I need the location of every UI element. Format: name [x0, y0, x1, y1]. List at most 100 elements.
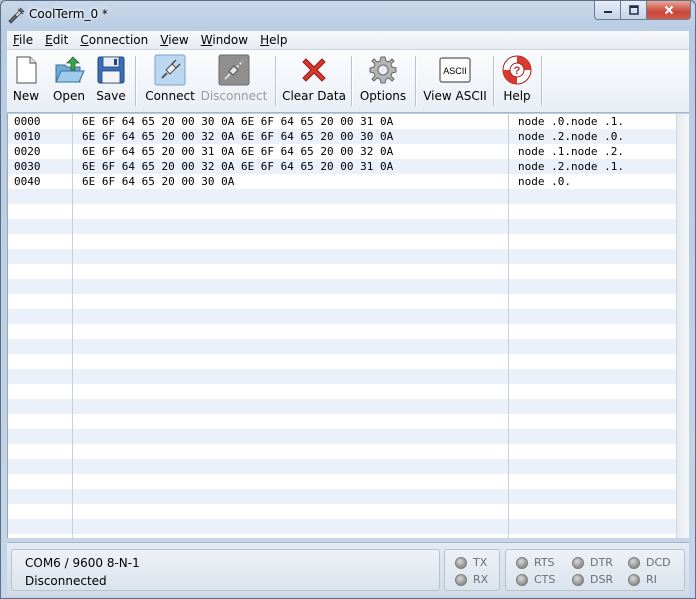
menu-help[interactable]: Help — [254, 31, 293, 49]
toolbar-separator — [135, 56, 136, 106]
save-floppy-icon — [97, 56, 125, 84]
status-bar: COM6 / 9600 8-N-1 Disconnected TX RX RTS… — [7, 542, 689, 596]
row-hex-bytes: 6E 6F 64 65 20 00 31 0A 6E 6F 64 65 20 0… — [82, 145, 394, 158]
table-row — [8, 234, 676, 249]
menu-view[interactable]: View — [154, 31, 194, 49]
menu-connection-label: Connection — [80, 33, 149, 47]
table-row: 0030 6E 6F 64 65 20 00 32 0A 6E 6F 64 65 … — [8, 159, 676, 174]
menu-connection[interactable]: Connection — [74, 31, 154, 49]
table-row — [8, 219, 676, 234]
dsr-label: DSR — [590, 573, 614, 586]
view-ascii-label: View ASCII — [423, 89, 487, 103]
window-title: CoolTerm_0 * — [29, 7, 108, 21]
menu-file-label: File — [13, 33, 34, 47]
menu-edit-label: Edit — [45, 33, 69, 47]
table-row — [8, 309, 676, 324]
tx-indicator: TX — [455, 556, 487, 569]
close-icon — [664, 5, 673, 15]
data-rows: 0000 6E 6F 64 65 20 00 30 0A 6E 6F 64 65 … — [8, 114, 676, 538]
table-row — [8, 519, 676, 534]
dcd-label: DCD — [646, 556, 671, 569]
table-row — [8, 369, 676, 384]
ascii-icon-text: ASCII — [443, 66, 467, 76]
table-row — [8, 534, 676, 538]
rx-indicator: RX — [455, 573, 488, 586]
table-row: 0010 6E 6F 64 65 20 00 32 0A 6E 6F 64 65 … — [8, 129, 676, 144]
table-row — [8, 264, 676, 279]
svg-text:?: ? — [514, 65, 521, 77]
row-offset: 0000 — [14, 115, 41, 128]
minimize-icon — [603, 11, 612, 13]
table-row — [8, 339, 676, 354]
maximize-icon — [628, 5, 639, 15]
menu-window[interactable]: Window — [195, 31, 254, 49]
rts-label: RTS — [534, 556, 555, 569]
menu-file[interactable]: File — [7, 31, 39, 49]
line-status-panel: RTS CTS DTR DSR DCD RI — [505, 549, 685, 591]
new-label: New — [12, 89, 40, 103]
table-row — [8, 189, 676, 204]
table-row — [8, 354, 676, 369]
row-offset: 0010 — [14, 130, 41, 143]
disconnect-button[interactable]: Disconnect — [200, 54, 268, 110]
menu-help-label: Help — [260, 33, 288, 47]
ri-indicator: RI — [628, 573, 657, 586]
options-button[interactable]: Options — [359, 54, 407, 110]
port-info-panel: COM6 / 9600 8-N-1 Disconnected — [11, 549, 440, 591]
table-row: 0020 6E 6F 64 65 20 00 31 0A 6E 6F 64 65 … — [8, 144, 676, 159]
row-ascii-text: node .0. — [518, 175, 571, 188]
help-lifebuoy-icon: ? — [502, 55, 532, 85]
table-row — [8, 444, 676, 459]
close-button[interactable] — [647, 1, 691, 20]
save-button[interactable]: Save — [95, 54, 127, 110]
open-folder-icon — [55, 56, 85, 83]
led-icon — [516, 556, 528, 569]
row-hex-bytes: 6E 6F 64 65 20 00 32 0A 6E 6F 64 65 20 0… — [82, 130, 394, 143]
connect-button[interactable]: Connect — [145, 54, 195, 110]
title-bar[interactable]: CoolTerm_0 * — [1, 1, 695, 31]
open-label: Open — [52, 89, 86, 103]
table-row — [8, 204, 676, 219]
table-row — [8, 249, 676, 264]
row-ascii-text: node .2.node .0. — [518, 130, 624, 143]
disconnect-label: Disconnect — [200, 89, 268, 103]
coolterm-app-icon[interactable] — [7, 7, 25, 25]
maximize-button[interactable] — [621, 1, 647, 20]
toolbar-separator — [415, 56, 416, 106]
menu-view-label: View — [160, 33, 189, 47]
toolbar-separator — [541, 56, 542, 106]
row-hex-bytes: 6E 6F 64 65 20 00 32 0A 6E 6F 64 65 20 0… — [82, 160, 394, 173]
tx-rx-panel: TX RX — [444, 549, 500, 591]
led-icon — [455, 573, 467, 586]
window-controls — [594, 1, 691, 21]
cts-label: CTS — [534, 573, 556, 586]
help-button[interactable]: ? Help — [501, 54, 533, 110]
table-row — [8, 489, 676, 504]
dtr-indicator[interactable]: DTR — [572, 556, 613, 569]
save-label: Save — [96, 89, 126, 103]
open-button[interactable]: Open — [51, 54, 87, 110]
rts-indicator[interactable]: RTS — [516, 556, 555, 569]
minimize-button[interactable] — [594, 1, 621, 20]
table-row — [8, 294, 676, 309]
led-icon — [572, 573, 584, 586]
clear-x-icon — [302, 58, 326, 82]
vertical-scrollbar[interactable] — [676, 114, 689, 538]
clear-data-button[interactable]: Clear Data — [282, 54, 346, 110]
toolbar-separator — [493, 56, 494, 106]
menu-edit[interactable]: Edit — [39, 31, 74, 49]
cts-indicator: CTS — [516, 573, 555, 586]
terminal-data-view[interactable]: 0000 6E 6F 64 65 20 00 30 0A 6E 6F 64 65 … — [7, 114, 676, 538]
table-row — [8, 324, 676, 339]
new-button[interactable]: New — [11, 54, 41, 110]
row-hex-bytes: 6E 6F 64 65 20 00 30 0A — [82, 175, 235, 188]
clear-data-label: Clear Data — [282, 89, 346, 103]
disconnect-plug-icon — [218, 54, 250, 86]
toolbar-separator — [351, 56, 352, 106]
ascii-view-icon: ASCII — [439, 57, 471, 83]
dcd-indicator: DCD — [628, 556, 671, 569]
connect-label: Connect — [145, 89, 195, 103]
led-icon — [455, 556, 467, 569]
view-ascii-button[interactable]: ASCII View ASCII — [423, 54, 487, 110]
row-ascii-text: node .2.node .1. — [518, 160, 624, 173]
